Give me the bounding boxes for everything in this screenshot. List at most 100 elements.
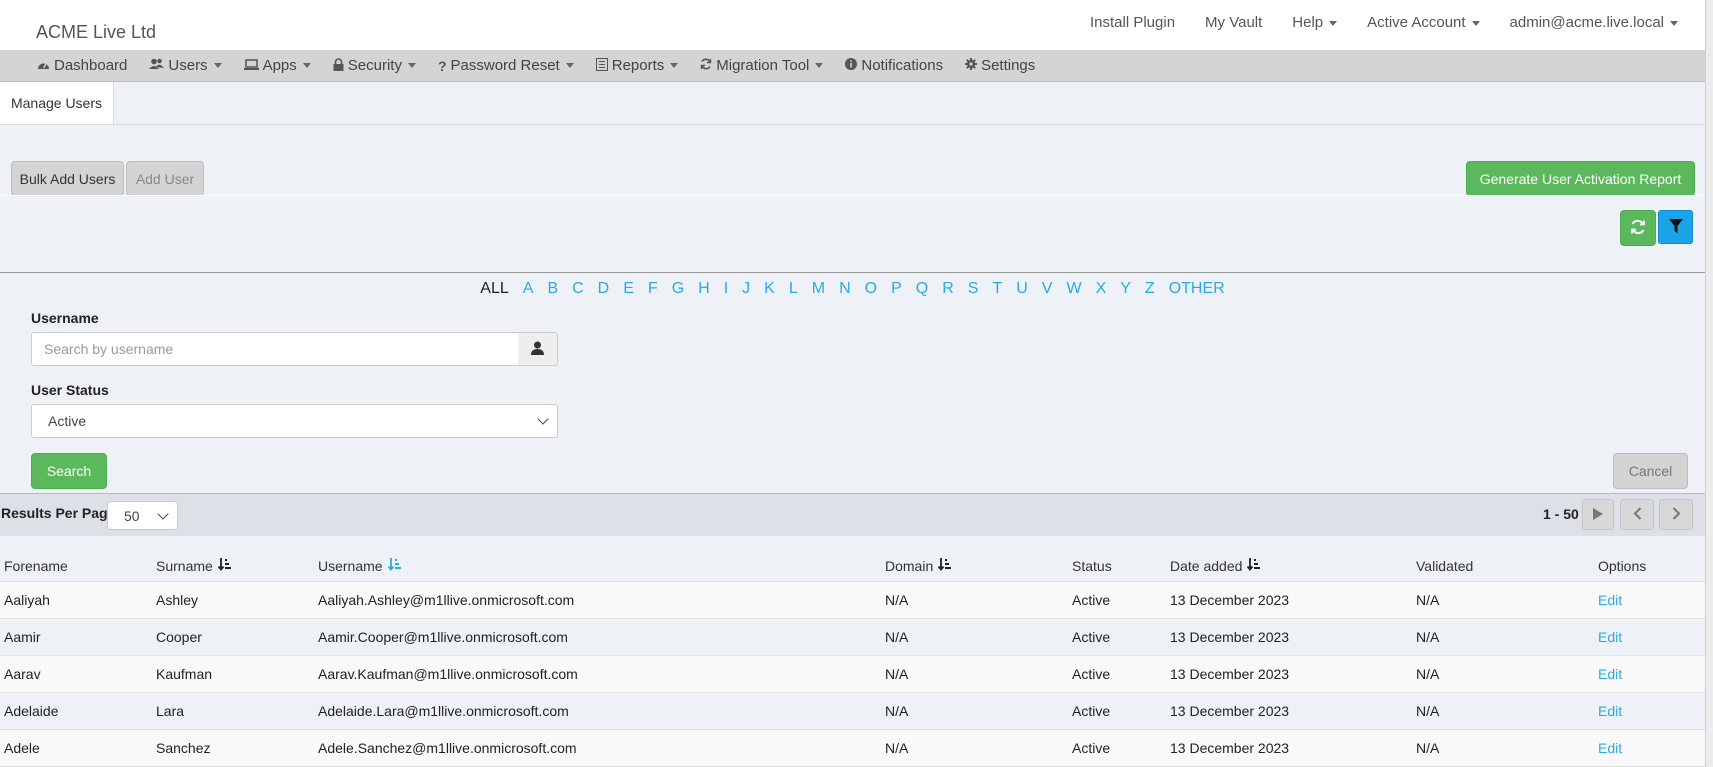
table-row: Adele Sanchez Adele.Sanchez@m1llive.onmicr… [0,730,1705,767]
cell-status: Active [1072,592,1111,608]
alpha-filter-all[interactable]: ALL [473,280,515,298]
refresh-button[interactable] [1620,210,1656,246]
brand-name[interactable]: ACME Live Ltd [36,22,156,43]
col-domain-label: Domain [885,557,934,574]
alpha-filter-h[interactable]: H [691,280,717,298]
edit-link[interactable]: Edit [1598,693,1622,729]
alpha-filter-l[interactable]: L [782,280,805,298]
refresh-icon [1630,219,1646,238]
next-page-button[interactable] [1659,499,1693,530]
alpha-filter-s[interactable]: S [961,280,986,298]
tab-manage-users[interactable]: Manage Users [0,82,114,124]
cell-forename: Adele [4,740,40,756]
alpha-filter-o[interactable]: O [858,280,884,298]
alpha-filter-c[interactable]: C [565,280,591,298]
cell-surname: Lara [156,703,185,719]
cell-username: Aarav.Kaufman@m1llive.onmicrosoft.com [318,666,578,682]
chevron-down-icon [157,507,169,520]
caret-down-icon [815,63,824,68]
col-date-added[interactable]: Date added [1170,536,1261,581]
nav-users[interactable]: Users [149,57,222,74]
col-surname[interactable]: Surname [156,536,231,581]
sort-active-icon [387,557,401,574]
caret-down-icon [302,63,311,68]
alpha-filter-g[interactable]: G [665,280,691,298]
col-domain[interactable]: Domain [885,536,952,581]
alpha-filter-j[interactable]: J [735,280,757,298]
nav-security[interactable]: Security [333,57,416,74]
user-status-label: User Status [31,382,109,398]
search-button[interactable]: Search [31,453,107,489]
nav-migration-tool[interactable]: Migration Tool [700,57,824,74]
prev-page-button[interactable] [1620,499,1654,530]
nav-apps[interactable]: Apps [243,57,311,74]
cancel-button[interactable]: Cancel [1613,453,1688,489]
generate-activation-report-button[interactable]: Generate User Activation Report [1466,161,1695,196]
cell-domain: N/A [885,666,909,682]
cell-username: Aaliyah.Ashley@m1llive.onmicrosoft.com [318,592,575,608]
nav-password-reset[interactable]: ? Password Reset [438,57,574,74]
cell-domain: N/A [885,703,909,719]
col-options: Options [1598,557,1647,574]
refresh-icon [700,58,712,73]
alpha-filter-d[interactable]: D [591,280,617,298]
alpha-filter-t[interactable]: T [985,280,1009,298]
question-icon: ? [437,57,447,74]
alpha-filter-z[interactable]: Z [1138,280,1162,298]
cell-domain: N/A [885,629,909,645]
username-search-input[interactable]: Search by username [31,332,519,366]
alpha-filter-m[interactable]: M [805,280,832,298]
alpha-filter-v[interactable]: V [1035,280,1060,298]
alpha-filter-p[interactable]: P [884,280,909,298]
nav-reports[interactable]: Reports [595,57,679,74]
results-per-page-value: 50 [124,507,140,524]
install-plugin-link[interactable]: Install Plugin [1075,14,1190,31]
alpha-filter-a[interactable]: A [516,280,541,298]
filter-toggle-button[interactable] [1658,210,1693,244]
users-table: Forename Surname Username Domain Status … [0,536,1705,767]
nav-notifications[interactable]: Notifications [845,57,943,74]
bulk-add-users-button[interactable]: Bulk Add Users [11,161,124,196]
caret-down-icon [213,63,222,68]
active-account-menu[interactable]: Active Account [1352,14,1494,31]
edit-link[interactable]: Edit [1598,656,1622,692]
action-panel [0,125,1705,273]
users-icon [149,58,165,73]
nav-reports-label: Reports [611,57,665,74]
play-button[interactable] [1582,499,1614,530]
my-vault-link[interactable]: My Vault [1190,14,1277,31]
nav-settings[interactable]: Settings [965,57,1035,74]
alpha-filter-f[interactable]: F [641,280,665,298]
scrollbar-track[interactable] [1705,0,1713,767]
add-user-button[interactable]: Add User [126,161,204,196]
alpha-filter-w[interactable]: W [1059,280,1088,298]
help-label: Help [1292,14,1324,31]
results-per-page-select[interactable]: 50 [107,501,178,530]
alpha-filter-b[interactable]: B [540,280,565,298]
table-row: Aamir Cooper Aamir.Cooper@m1llive.onmicros… [0,619,1705,656]
user-menu[interactable]: admin@acme.live.local [1495,14,1693,31]
user-icon [531,341,544,358]
edit-link[interactable]: Edit [1598,619,1622,655]
user-status-select[interactable]: Active [31,404,558,438]
edit-link[interactable]: Edit [1598,730,1622,766]
help-menu[interactable]: Help [1277,14,1352,31]
col-username[interactable]: Username [318,536,401,581]
nav-dashboard[interactable]: Dashboard [37,57,127,74]
cell-status: Active [1072,666,1111,682]
alpha-filter-y[interactable]: Y [1113,280,1138,298]
results-per-page-label: Results Per Page [1,505,116,521]
alpha-filter-k[interactable]: K [757,280,782,298]
cell-date-added: 13 December 2023 [1170,592,1290,608]
alpha-filter-q[interactable]: Q [909,280,935,298]
alpha-filter-r[interactable]: R [935,280,961,298]
edit-link[interactable]: Edit [1598,582,1622,618]
alpha-filter-n[interactable]: N [832,280,858,298]
alpha-filter-other[interactable]: OTHER [1162,280,1232,298]
alpha-filter-x[interactable]: X [1089,280,1114,298]
alpha-filter-i[interactable]: I [717,280,735,298]
cell-validated: N/A [1416,666,1440,682]
alpha-filter-e[interactable]: E [616,280,641,298]
filter-panel [0,273,1705,493]
alpha-filter-u[interactable]: U [1009,280,1035,298]
